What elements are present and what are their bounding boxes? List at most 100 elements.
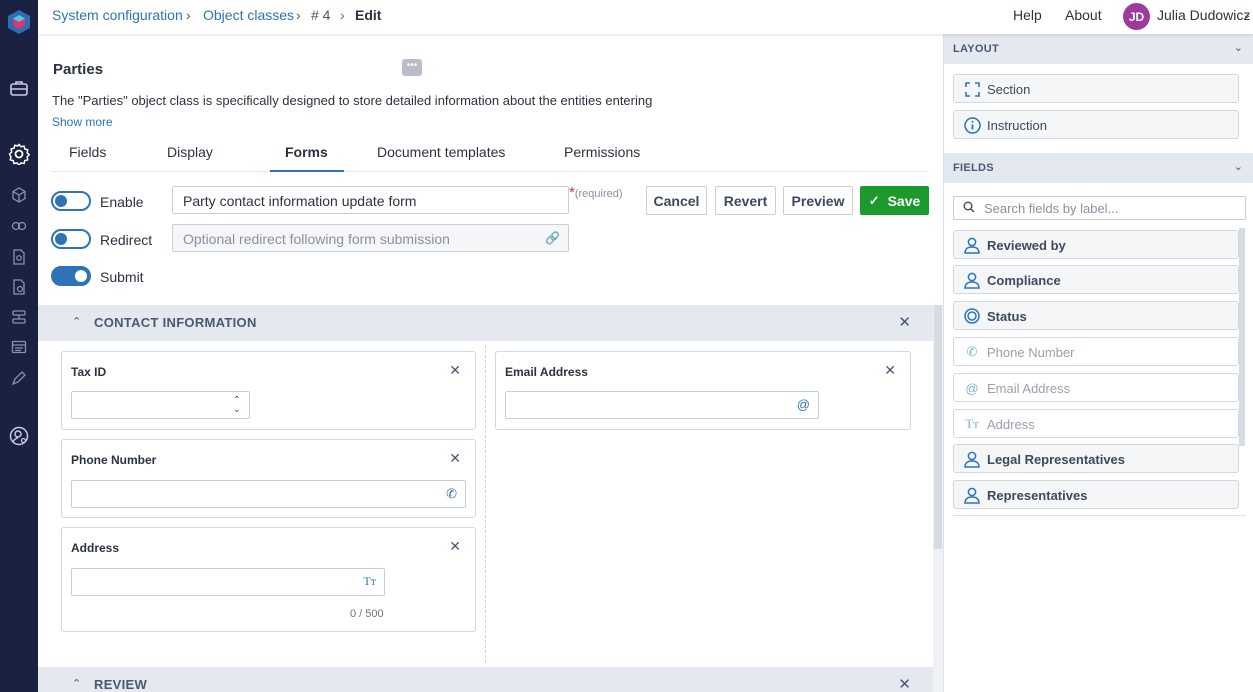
top-bar: System configuration › Object classes › …: [38, 0, 1253, 34]
at-icon: @: [796, 397, 810, 412]
field-item-label: Representatives: [987, 488, 1088, 503]
redirect-url-input[interactable]: Optional redirect following form submiss…: [172, 224, 569, 252]
required-indicator: *(required): [569, 184, 623, 201]
tab-bar: Fields Display Forms Document templates …: [52, 140, 928, 172]
tab-display[interactable]: Display: [167, 144, 213, 172]
chevron-down-icon[interactable]: ⌄: [1234, 160, 1243, 173]
preview-button[interactable]: Preview: [783, 186, 853, 215]
layout-item-section[interactable]: Section: [953, 74, 1239, 103]
settings-gear-icon[interactable]: [7, 143, 31, 165]
field-item-compliance[interactable]: Compliance: [953, 265, 1239, 294]
redirect-toggle[interactable]: [51, 229, 91, 249]
section-title: CONTACT INFORMATION: [94, 315, 257, 330]
remove-field-icon[interactable]: ✕: [449, 362, 461, 379]
section-icon: [963, 80, 981, 98]
submit-label: Submit: [100, 269, 144, 285]
field-item-label: Email Address: [987, 381, 1071, 396]
fields-list-divider: [953, 515, 1246, 516]
submit-toggle[interactable]: [51, 266, 91, 286]
toggle-knob: [55, 195, 67, 207]
tab-forms[interactable]: Forms: [270, 144, 344, 172]
user-icon: [963, 450, 981, 468]
about-link[interactable]: About: [1065, 7, 1102, 23]
form-list-icon[interactable]: [7, 336, 31, 358]
cancel-button[interactable]: Cancel: [646, 186, 707, 215]
app-logo-icon[interactable]: [7, 8, 31, 36]
text-icon: Tт: [965, 416, 979, 431]
breadcrumb-separator-icon: ›: [186, 7, 191, 23]
breadcrumb-object-classes[interactable]: Object classes: [203, 7, 294, 23]
tab-permissions[interactable]: Permissions: [564, 144, 640, 172]
section-header-contact-information[interactable]: ⌃ CONTACT INFORMATION ✕: [38, 305, 933, 341]
field-search-input[interactable]: Search fields by label...: [953, 196, 1246, 220]
remove-field-icon[interactable]: ✕: [449, 538, 461, 555]
field-card-tax-id[interactable]: Tax ID ✕ ⌃ ⌄: [61, 351, 476, 430]
chevron-up-icon[interactable]: ⌃: [72, 677, 81, 690]
chevron-down-icon[interactable]: ⌄: [1243, 10, 1251, 21]
workflow-icon[interactable]: [7, 306, 31, 328]
chevron-up-icon[interactable]: ⌃: [72, 315, 81, 328]
tab-fields[interactable]: Fields: [69, 144, 106, 172]
enable-toggle[interactable]: [51, 191, 91, 211]
save-button[interactable]: ✓ Save: [860, 186, 929, 215]
breadcrumb-system-configuration[interactable]: System configuration: [52, 7, 183, 23]
object-description: The "Parties" object class is specifical…: [52, 93, 653, 108]
user-icon: [963, 271, 981, 289]
field-item-label: Phone Number: [987, 345, 1075, 360]
field-item-address: Tт Address: [953, 409, 1239, 438]
tax-id-input[interactable]: ⌃ ⌄: [71, 391, 250, 419]
stepper-icon[interactable]: ⌃ ⌄: [233, 396, 241, 415]
field-card-phone-number[interactable]: Phone Number ✕ ✆: [61, 439, 476, 518]
field-card-email-address[interactable]: Email Address ✕ @: [495, 351, 911, 430]
fields-panel-header[interactable]: FIELDS ⌄: [944, 153, 1253, 183]
remove-field-icon[interactable]: ✕: [449, 450, 461, 467]
revert-button[interactable]: Revert: [715, 186, 776, 215]
field-label: Email Address: [505, 365, 588, 379]
more-options-icon[interactable]: •••: [402, 59, 422, 76]
fields-scrollbar[interactable]: [1239, 228, 1245, 446]
left-navigation: [0, 0, 38, 692]
field-item-status[interactable]: Status: [953, 301, 1239, 330]
chevron-down-icon[interactable]: ⌄: [1234, 41, 1243, 54]
section-header-review[interactable]: ⌃ REVIEW ✕: [38, 667, 933, 692]
help-link[interactable]: Help: [1013, 7, 1042, 23]
pen-icon[interactable]: [7, 367, 31, 389]
document-search-icon[interactable]: [7, 246, 31, 268]
cube-icon[interactable]: [7, 184, 31, 206]
canvas-scrollbar-thumb[interactable]: [934, 305, 942, 549]
field-label: Tax ID: [71, 365, 107, 379]
field-label: Phone Number: [71, 453, 157, 467]
form-name-input[interactable]: Party contact information update form: [172, 186, 569, 214]
check-icon: ✓: [868, 192, 880, 208]
link-nodes-icon[interactable]: [7, 215, 31, 237]
field-item-legal-representatives[interactable]: Legal Representatives: [953, 444, 1239, 473]
layout-item-instruction[interactable]: Instruction: [953, 110, 1239, 139]
address-input[interactable]: Tт: [71, 568, 385, 596]
field-card-address[interactable]: Address ✕ Tт 0 / 500: [61, 527, 476, 632]
user-name[interactable]: Julia Dudowicz: [1157, 7, 1250, 23]
user-avatar[interactable]: JD: [1123, 3, 1150, 30]
search-placeholder: Search fields by label...: [984, 201, 1119, 216]
toggle-knob: [55, 233, 67, 245]
briefcase-icon[interactable]: [7, 77, 31, 99]
field-item-reviewed-by[interactable]: Reviewed by: [953, 230, 1239, 259]
show-more-link[interactable]: Show more: [52, 115, 113, 129]
field-item-label: Legal Representatives: [987, 452, 1126, 467]
link-icon: 🔗: [545, 231, 560, 245]
tab-document-templates[interactable]: Document templates: [377, 144, 505, 172]
main-content: Parties ••• The "Parties" object class i…: [38, 34, 943, 692]
layout-panel-header[interactable]: LAYOUT ⌄: [944, 34, 1253, 64]
field-item-representatives[interactable]: Representatives: [953, 480, 1239, 509]
page-title: Parties: [53, 61, 104, 78]
remove-field-icon[interactable]: ✕: [884, 362, 896, 379]
remove-section-icon[interactable]: ✕: [898, 675, 911, 692]
breadcrumb-separator-icon: ›: [340, 7, 345, 23]
at-icon: @: [965, 380, 979, 396]
user-settings-icon[interactable]: [7, 425, 31, 447]
breadcrumb-object-id[interactable]: # 4: [311, 7, 330, 23]
phone-number-input[interactable]: ✆: [71, 480, 466, 508]
document-check-icon[interactable]: [7, 276, 31, 298]
remove-section-icon[interactable]: ✕: [898, 313, 911, 331]
email-address-input[interactable]: @: [505, 391, 819, 419]
redirect-label: Redirect: [100, 232, 153, 248]
